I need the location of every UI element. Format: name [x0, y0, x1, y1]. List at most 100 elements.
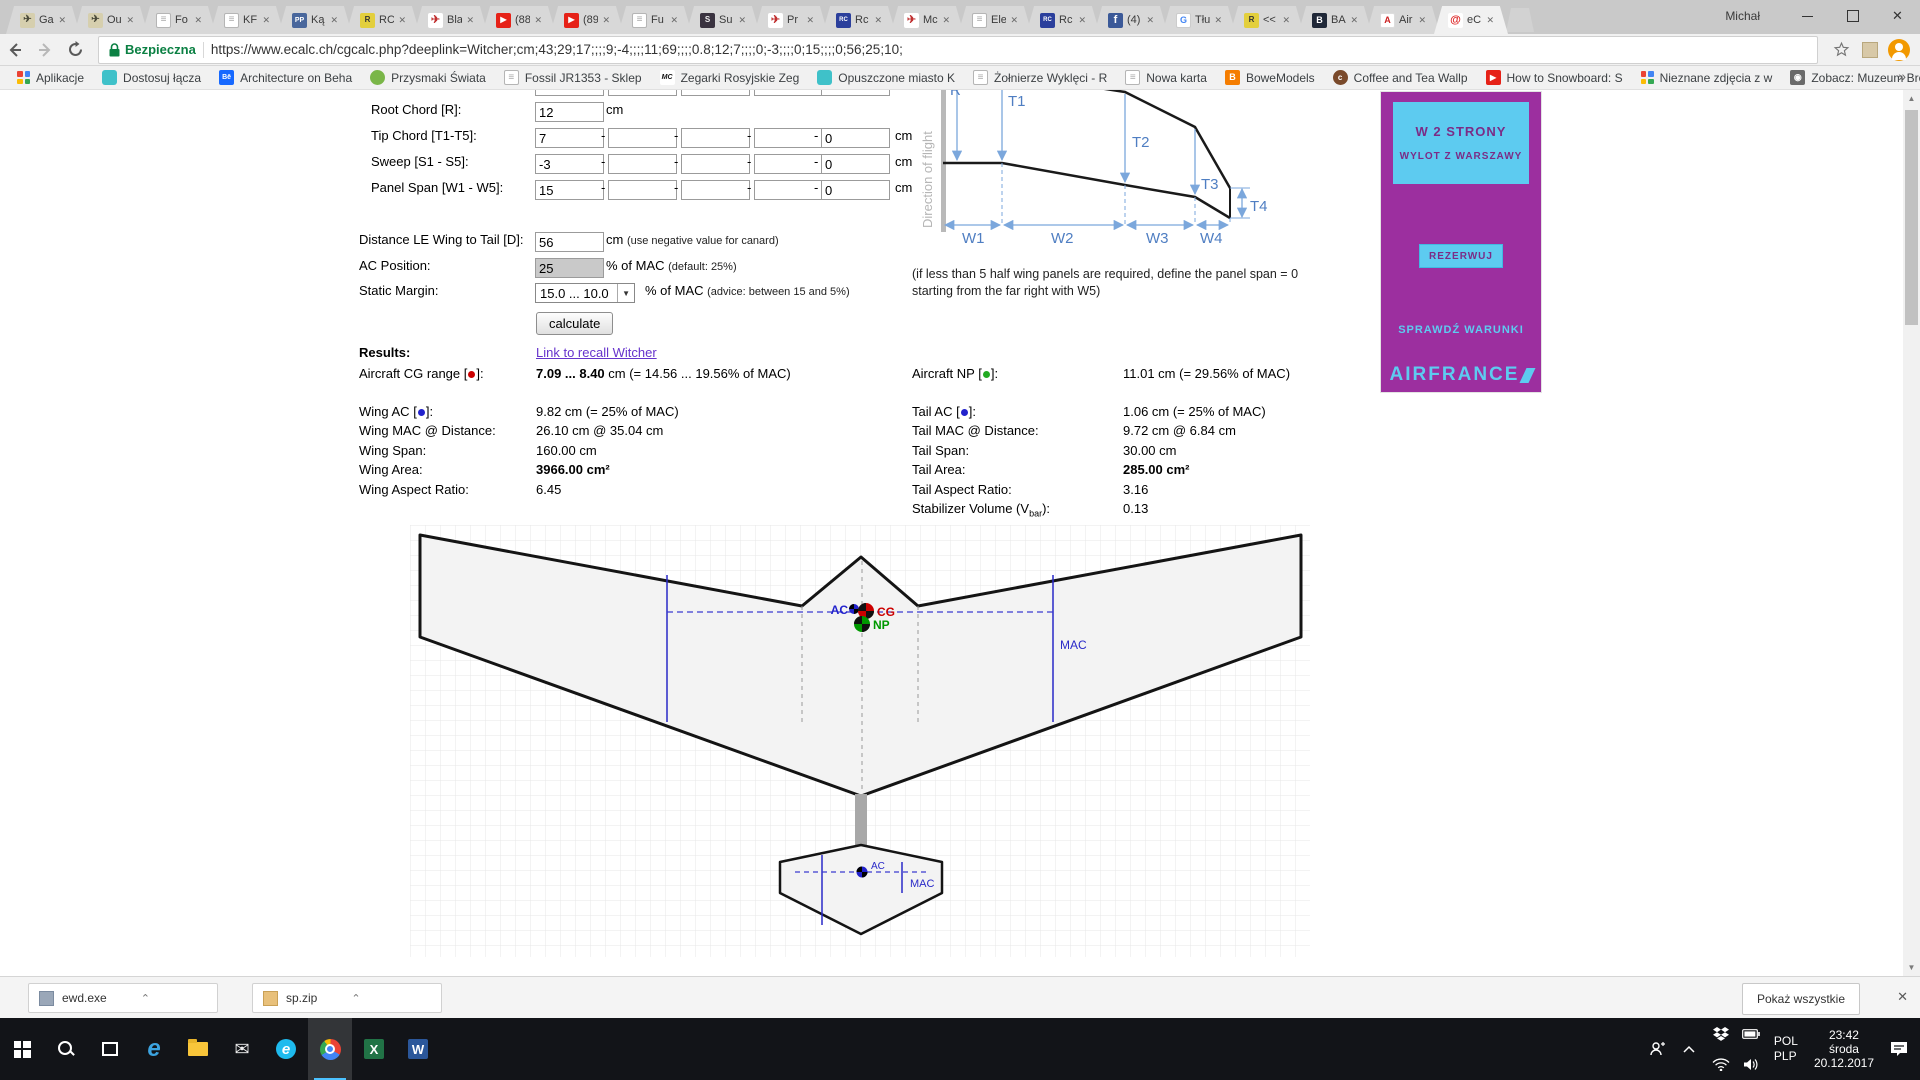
forward-button[interactable]: [30, 37, 60, 63]
recall-link[interactable]: Link to recall Witcher: [536, 345, 657, 360]
tab-close-icon[interactable]: ✕: [1282, 15, 1290, 26]
cut-input[interactable]: [535, 90, 604, 96]
close-window-button[interactable]: ✕: [1875, 0, 1920, 32]
show-hidden-icons-button[interactable]: [1674, 1018, 1704, 1080]
chord-input[interactable]: [821, 128, 890, 148]
tab-close-icon[interactable]: ✕: [670, 15, 678, 26]
browser-tab[interactable]: AAir✕: [1366, 6, 1440, 34]
chord-input[interactable]: [821, 180, 890, 200]
start-button[interactable]: [0, 1018, 44, 1080]
taskbar-word-button[interactable]: W: [396, 1018, 440, 1080]
tab-close-icon[interactable]: ✕: [1214, 15, 1222, 26]
chord-input[interactable]: [608, 180, 677, 200]
keyboard-layout-indicator[interactable]: POLPLP: [1768, 1034, 1804, 1064]
bookmark-item[interactable]: ≡Fossil JR1353 - Sklep: [495, 66, 651, 90]
bookmark-item[interactable]: Dostosuj łącza: [93, 66, 210, 90]
taskbar-search-button[interactable]: [44, 1018, 88, 1080]
browser-tab[interactable]: ≡Fo✕: [142, 6, 216, 34]
chord-input[interactable]: [754, 128, 823, 148]
chord-input[interactable]: [535, 154, 604, 174]
tab-close-icon[interactable]: ✕: [194, 15, 202, 26]
browser-tab[interactable]: ✈Ga✕: [6, 6, 80, 34]
bookmarks-overflow-icon[interactable]: »: [1898, 68, 1906, 84]
browser-tab[interactable]: ✈Mc✕: [890, 6, 964, 34]
dropbox-icon[interactable]: [1706, 1018, 1736, 1049]
browser-tab[interactable]: @eC✕: [1434, 6, 1508, 34]
chord-input[interactable]: [608, 154, 677, 174]
cut-input[interactable]: [821, 90, 890, 96]
download-item[interactable]: ewd.exe⌃: [28, 983, 218, 1013]
ad-book-button[interactable]: REZERWUJ: [1419, 244, 1503, 268]
tab-close-icon[interactable]: ✕: [1418, 15, 1426, 26]
tab-close-icon[interactable]: ✕: [1078, 15, 1086, 26]
static-margin-select[interactable]: 15.0 ... 10.0 ▼: [535, 283, 635, 303]
bookmark-item[interactable]: Opuszczone miasto K: [808, 66, 964, 90]
bookmark-star-button[interactable]: [1826, 37, 1856, 63]
cut-input[interactable]: [681, 90, 750, 96]
tab-close-icon[interactable]: ✕: [1010, 15, 1018, 26]
download-item[interactable]: sp.zip⌃: [252, 983, 442, 1013]
speaker-icon[interactable]: [1736, 1049, 1766, 1080]
new-tab-button[interactable]: [1506, 8, 1534, 32]
tab-close-icon[interactable]: ✕: [534, 15, 542, 26]
chord-input[interactable]: [821, 154, 890, 174]
address-bar[interactable]: Bezpieczna https://www.ecalc.ch/cgcalc.p…: [98, 36, 1818, 64]
taskbar-chrome-button[interactable]: [308, 1018, 352, 1080]
bookmark-item[interactable]: ≡Nowa karta: [1116, 66, 1216, 90]
distance-input[interactable]: [535, 232, 604, 252]
download-menu-chevron-icon[interactable]: ⌃: [141, 992, 150, 1005]
show-all-downloads-button[interactable]: Pokaż wszystkie: [1742, 983, 1860, 1015]
bookmark-item[interactable]: Nieznane zdjęcia z w: [1632, 66, 1782, 90]
taskbar-ie-button[interactable]: e: [264, 1018, 308, 1080]
bookmark-item[interactable]: MCZegarki Rosyjskie Zeg: [651, 66, 809, 90]
action-center-button[interactable]: [1884, 1018, 1914, 1080]
browser-tab[interactable]: RCRc✕: [822, 6, 896, 34]
bookmark-item[interactable]: cCoffee and Tea Wallp: [1324, 66, 1477, 90]
scrollbar-thumb[interactable]: [1905, 110, 1918, 325]
chord-input[interactable]: [681, 154, 750, 174]
ad-banner[interactable]: W 2 STRONY WYLOT Z WARSZAWY REZERWUJ SPR…: [1381, 92, 1541, 392]
bookmark-item[interactable]: Aplikacje: [8, 66, 93, 90]
chord-input[interactable]: [681, 180, 750, 200]
scroll-up-icon[interactable]: ▲: [1903, 90, 1920, 107]
ad-terms-link[interactable]: SPRAWDŹ WARUNKI: [1398, 324, 1524, 336]
tab-close-icon[interactable]: ✕: [58, 15, 66, 26]
cut-input[interactable]: [608, 90, 677, 96]
chord-input[interactable]: [754, 154, 823, 174]
browser-tab[interactable]: ≡KF✕: [210, 6, 284, 34]
tab-close-icon[interactable]: ✕: [874, 15, 882, 26]
browser-tab[interactable]: ▶(88✕: [482, 6, 556, 34]
bookmark-item[interactable]: ≡Żołnierze Wyklęci - R: [964, 66, 1116, 90]
tab-close-icon[interactable]: ✕: [262, 15, 270, 26]
browser-tab[interactable]: RCRc✕: [1026, 6, 1100, 34]
back-button[interactable]: [0, 37, 30, 63]
tab-close-icon[interactable]: ✕: [398, 15, 406, 26]
taskbar-mail-button[interactable]: ✉: [220, 1018, 264, 1080]
tab-close-icon[interactable]: ✕: [1486, 15, 1494, 26]
cut-input[interactable]: [754, 90, 823, 96]
tab-close-icon[interactable]: ✕: [126, 15, 134, 26]
tab-close-icon[interactable]: ✕: [1350, 15, 1358, 26]
chord-input[interactable]: [535, 102, 604, 122]
browser-tab[interactable]: ≡Ele✕: [958, 6, 1032, 34]
maximize-button[interactable]: [1830, 0, 1875, 32]
extension-icon[interactable]: [1862, 42, 1878, 58]
download-menu-chevron-icon[interactable]: ⌃: [351, 992, 360, 1005]
bookmark-item[interactable]: Przysmaki Świata: [361, 66, 495, 90]
chord-input[interactable]: [608, 128, 677, 148]
browser-tab[interactable]: R<<✕: [1230, 6, 1304, 34]
tab-close-icon[interactable]: ✕: [806, 15, 814, 26]
taskbar-explorer-button[interactable]: [176, 1018, 220, 1080]
battery-icon[interactable]: [1736, 1018, 1766, 1049]
profile-avatar[interactable]: [1888, 39, 1910, 61]
calculate-button[interactable]: calculate: [536, 312, 613, 335]
browser-tab[interactable]: ✈Bla✕: [414, 6, 488, 34]
browser-tab[interactable]: f(4)✕: [1094, 6, 1168, 34]
ac-position-input[interactable]: [535, 258, 604, 278]
browser-tab[interactable]: RRC✕: [346, 6, 420, 34]
taskbar-excel-button[interactable]: X: [352, 1018, 396, 1080]
tab-close-icon[interactable]: ✕: [466, 15, 474, 26]
scroll-down-icon[interactable]: ▼: [1903, 959, 1920, 976]
browser-tab[interactable]: GTłu✕: [1162, 6, 1236, 34]
bookmark-item[interactable]: ▶How to Snowboard: S: [1477, 66, 1632, 90]
